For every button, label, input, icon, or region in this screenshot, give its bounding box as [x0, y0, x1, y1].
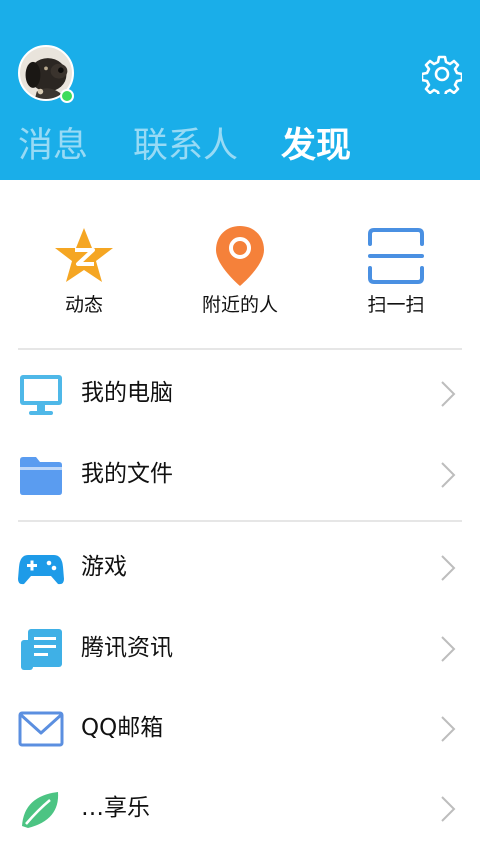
menu-item-label: 游戏	[81, 554, 127, 580]
menu-item-my-computer[interactable]: 我的电脑	[0, 353, 480, 433]
menu-item-label: …享乐	[81, 795, 150, 821]
menu-item-qq-mail[interactable]: QQ邮箱	[0, 688, 480, 768]
top-header: 消息 联系人 发现	[0, 0, 480, 180]
tab-contacts[interactable]: 联系人	[133, 120, 238, 172]
chevron-right-icon	[441, 796, 456, 822]
location-pin-icon	[216, 226, 264, 286]
qzone-star-icon	[55, 228, 113, 282]
gamepad-icon	[18, 555, 64, 585]
leaf-icon	[22, 792, 59, 828]
quick-action-scan[interactable]: 扫一扫	[336, 224, 456, 324]
quick-actions: 动态 附近的人 扫一扫	[0, 180, 480, 348]
chevron-right-icon	[441, 381, 456, 407]
tab-discover[interactable]: 发现	[281, 120, 351, 172]
menu-item-label: 腾讯资讯	[81, 635, 173, 661]
section-divider	[18, 520, 462, 522]
tab-messages[interactable]: 消息	[18, 120, 88, 172]
menu-item-label: 我的电脑	[81, 380, 173, 406]
computer-icon	[20, 375, 62, 415]
menu-item-label: 我的文件	[81, 461, 173, 487]
menu-item-tencent-news[interactable]: 腾讯资讯	[0, 608, 480, 688]
tab-bar: 消息 联系人 发现	[0, 120, 480, 176]
online-status-dot	[60, 89, 74, 103]
scan-icon	[368, 228, 424, 284]
menu-item-games[interactable]: 游戏	[0, 527, 480, 607]
chevron-right-icon	[441, 636, 456, 662]
gear-icon[interactable]	[422, 54, 462, 94]
chevron-right-icon	[441, 555, 456, 581]
menu-item-label: QQ邮箱	[81, 715, 164, 741]
folder-icon	[20, 457, 62, 495]
quick-action-nearby[interactable]: 附近的人	[180, 224, 300, 324]
section-divider	[18, 348, 462, 350]
mail-icon	[18, 711, 64, 747]
quick-action-label: 附近的人	[201, 294, 278, 316]
chevron-right-icon	[441, 716, 456, 742]
menu-item-my-files[interactable]: 我的文件	[0, 434, 480, 514]
menu-item-partial[interactable]: …享乐	[0, 768, 480, 848]
news-icon	[21, 629, 62, 670]
chevron-right-icon	[441, 462, 456, 488]
quick-action-label: 动态	[64, 294, 103, 316]
quick-action-label: 扫一扫	[367, 294, 425, 316]
quick-action-qzone[interactable]: 动态	[24, 224, 144, 324]
